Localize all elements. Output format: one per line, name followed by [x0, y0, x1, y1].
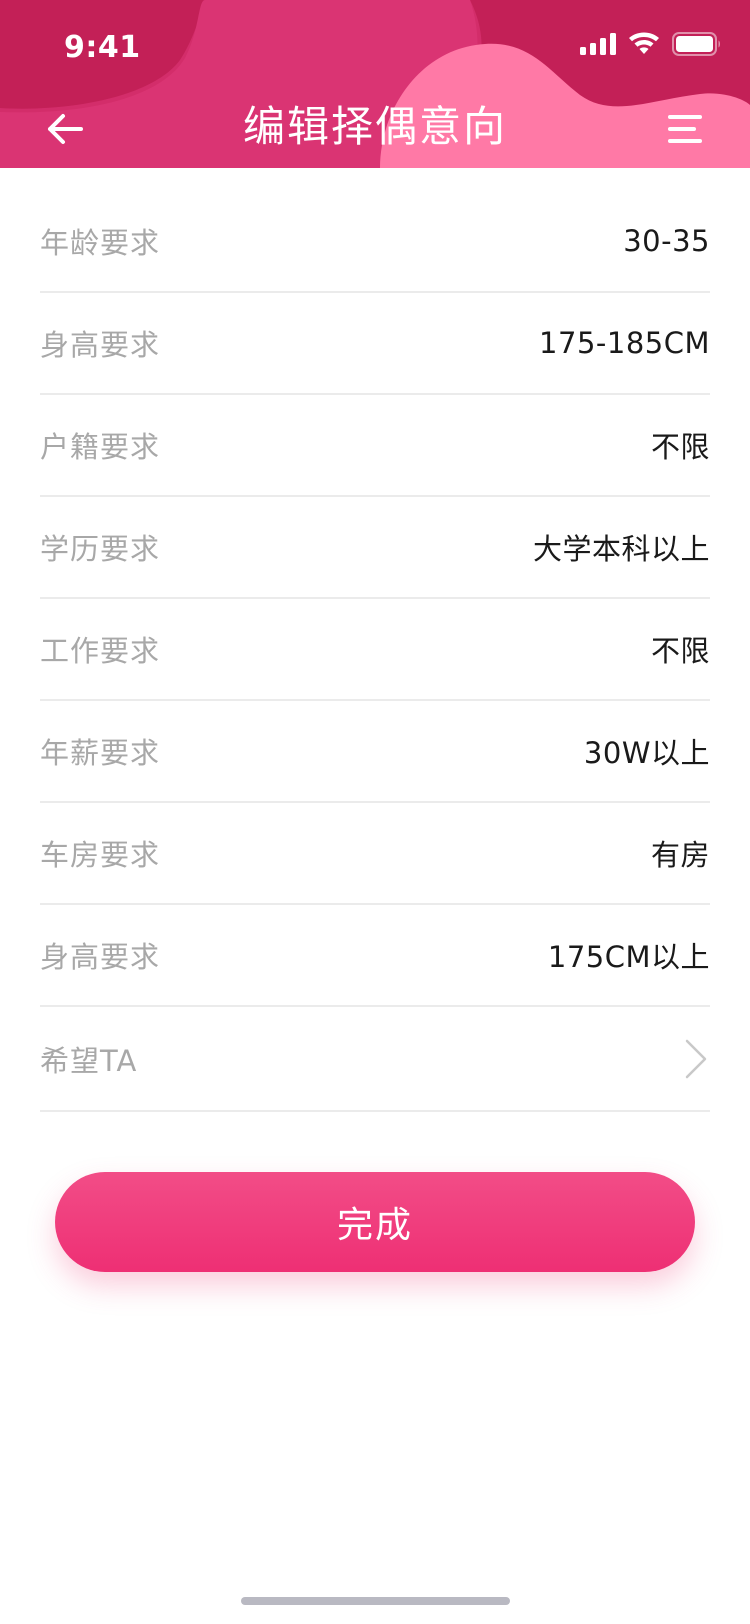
preference-row-income[interactable]: 年薪要求 30W以上 [40, 701, 710, 803]
row-value: 30-35 [623, 224, 710, 258]
status-icons [580, 32, 722, 56]
status-time: 9:41 [64, 30, 141, 65]
home-indicator [241, 1597, 510, 1605]
preference-row-work[interactable]: 工作要求 不限 [40, 599, 710, 701]
chevron-right-icon [684, 1038, 708, 1080]
row-value: 有房 [650, 838, 710, 872]
done-button[interactable]: 完成 [55, 1172, 695, 1272]
row-label: 年龄要求 [40, 226, 161, 260]
preference-row-education[interactable]: 学历要求 大学本科以上 [40, 497, 710, 599]
menu-button[interactable] [660, 106, 710, 152]
preference-row-hope[interactable]: 希望TA [40, 1007, 710, 1112]
preference-row-height-min[interactable]: 身高要求 175CM以上 [40, 905, 710, 1007]
header: 9:41 编辑择偶意向 [0, 0, 750, 168]
row-value: 不限 [650, 634, 710, 668]
row-label: 工作要求 [40, 634, 161, 668]
row-value: 不限 [650, 430, 710, 464]
preference-row-car-house[interactable]: 车房要求 有房 [40, 803, 710, 905]
cellular-signal-icon [580, 33, 616, 55]
row-value: 30W以上 [583, 736, 710, 770]
row-label: 学历要求 [40, 532, 161, 566]
row-label: 年薪要求 [40, 736, 161, 770]
row-label: 车房要求 [40, 838, 161, 872]
row-label: 身高要求 [40, 940, 161, 974]
row-value: 大学本科以上 [532, 532, 710, 566]
row-value: 175CM以上 [547, 940, 710, 974]
menu-icon [668, 115, 702, 143]
preference-row-height-range[interactable]: 身高要求 175-185CM [40, 293, 710, 395]
row-value: 175-185CM [539, 326, 710, 360]
preference-row-household[interactable]: 户籍要求 不限 [40, 395, 710, 497]
battery-icon [672, 32, 720, 56]
page-title: 编辑择偶意向 [242, 102, 507, 151]
preference-row-age[interactable]: 年龄要求 30-35 [40, 191, 710, 293]
wifi-icon [629, 32, 659, 54]
preference-list: 年龄要求 30-35 身高要求 175-185CM 户籍要求 不限 学历要求 大… [40, 191, 710, 1112]
row-label: 希望TA [40, 1043, 138, 1078]
row-label: 户籍要求 [40, 430, 161, 464]
edit-partner-preferences-screen: 9:41 编辑择偶意向 年龄要求 30-35 身高要求 175-185CM 户籍… [0, 0, 750, 1624]
row-label: 身高要求 [40, 328, 161, 362]
